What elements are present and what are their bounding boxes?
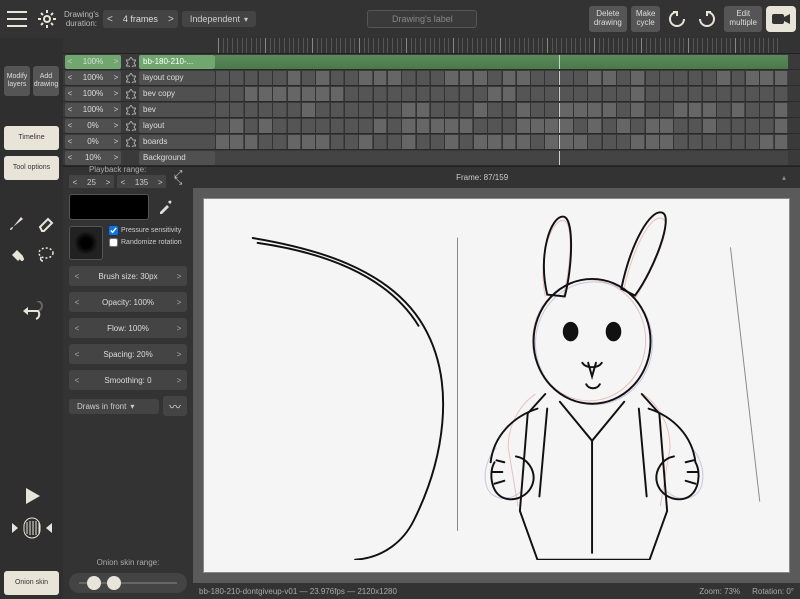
layer-visibility-icon[interactable]: [123, 119, 139, 133]
delete-drawing-button[interactable]: Delete drawing: [589, 6, 627, 32]
smoothing-stepper[interactable]: <Smoothing: 0>: [69, 370, 187, 390]
frame-counter: Frame: 87/159: [190, 173, 774, 182]
status-file: bb-180-210-dontgiveup-v01 — 23.976fps — …: [199, 587, 397, 596]
undo-icon[interactable]: [12, 298, 52, 324]
layer-row: <0%> boards: [63, 134, 800, 150]
camera-icon[interactable]: [766, 6, 796, 32]
layer-opacity-stepper[interactable]: <100%>: [65, 71, 121, 85]
layer-visibility-icon[interactable]: [123, 135, 139, 149]
timeline-ruler[interactable]: [63, 38, 800, 54]
layer-visibility-icon[interactable]: [123, 87, 139, 101]
layer-track[interactable]: [215, 103, 788, 117]
lasso-icon[interactable]: [33, 242, 59, 268]
layer-track[interactable]: [215, 135, 788, 149]
layer-row: <100%> bev: [63, 102, 800, 118]
brush-icon[interactable]: [4, 210, 30, 236]
opacity-stepper[interactable]: <Opacity: 100%>: [69, 292, 187, 312]
layer-name[interactable]: boards: [139, 135, 215, 149]
eyedropper-icon[interactable]: [153, 195, 177, 219]
layer-name[interactable]: bb-180-210-...: [139, 55, 215, 69]
layer-name[interactable]: layout copy: [139, 71, 215, 85]
timeline-scroll-up[interactable]: ▴: [782, 173, 794, 182]
flow-stepper[interactable]: <Flow: 100%>: [69, 318, 187, 338]
playback-label: Playback range:: [89, 165, 146, 174]
drawing-label-input[interactable]: Drawing's label: [367, 10, 477, 28]
duration-stepper[interactable]: < 4 frames >: [103, 10, 178, 28]
draws-mode-dropdown[interactable]: Draws in front: [69, 399, 159, 414]
layer-name[interactable]: bev copy: [139, 87, 215, 101]
spacing-stepper[interactable]: <Spacing: 20%>: [69, 344, 187, 364]
layer-opacity-stepper[interactable]: <10%>: [65, 151, 121, 165]
add-drawing-button[interactable]: Add drawing: [33, 66, 59, 96]
layer-visibility-icon[interactable]: [123, 71, 139, 85]
layer-track[interactable]: [215, 151, 788, 165]
layer-visibility-icon[interactable]: [123, 55, 139, 69]
layer-row: <10%> Background: [63, 150, 800, 166]
duration-group: Drawing's duration:: [64, 10, 99, 28]
stroke-style-button[interactable]: 〰: [163, 396, 187, 416]
edit-multiple-button[interactable]: Edit multiple: [724, 6, 762, 32]
layer-row: <100%> bb-180-210-...: [63, 54, 800, 70]
layer-name[interactable]: bev: [139, 103, 215, 117]
randomize-checkbox[interactable]: Randomize rotation: [109, 238, 182, 247]
eraser-icon[interactable]: [33, 210, 59, 236]
brush-size-stepper[interactable]: <Brush size: 30px>: [69, 266, 187, 286]
duration-prev[interactable]: <: [103, 14, 117, 25]
layer-track[interactable]: [215, 71, 788, 85]
scrub-icon[interactable]: [7, 515, 57, 541]
canvas[interactable]: [203, 198, 790, 573]
layer-row: <0%> layout: [63, 118, 800, 134]
layer-track[interactable]: [215, 87, 788, 101]
layer-opacity-stepper[interactable]: <100%>: [65, 55, 121, 69]
layer-opacity-stepper[interactable]: <0%>: [65, 119, 121, 133]
gear-icon[interactable]: [34, 6, 60, 32]
tool-options-tab[interactable]: Tool options: [4, 156, 59, 180]
duration-value: 4 frames: [117, 14, 164, 24]
onion-skin-tab[interactable]: Onion skin: [4, 571, 59, 595]
menu-icon[interactable]: [4, 6, 30, 32]
status-rotation: Rotation: 0°: [752, 587, 794, 596]
layer-name[interactable]: layout: [139, 119, 215, 133]
onion-knob-start[interactable]: [87, 576, 101, 590]
onion-range-slider[interactable]: [69, 573, 187, 593]
pressure-checkbox[interactable]: Pressure sensitivity: [109, 226, 182, 235]
modify-layers-button[interactable]: Modify layers: [4, 66, 30, 96]
layer-row: <100%> bev copy: [63, 86, 800, 102]
layer-track[interactable]: [215, 119, 788, 133]
mode-dropdown[interactable]: Independent: [182, 11, 256, 27]
expand-icon[interactable]: ⤢⤡: [174, 171, 182, 185]
play-icon[interactable]: [12, 483, 52, 509]
flip-prev-icon[interactable]: [664, 6, 690, 32]
duration-next[interactable]: >: [164, 14, 178, 25]
layer-row: <100%> layout copy: [63, 70, 800, 86]
layer-track[interactable]: [215, 55, 788, 69]
layer-opacity-stepper[interactable]: <100%>: [65, 87, 121, 101]
layer-opacity-stepper[interactable]: <0%>: [65, 135, 121, 149]
make-cycle-button[interactable]: Make cycle: [631, 6, 661, 32]
onion-knob-end[interactable]: [107, 576, 121, 590]
color-swatch[interactable]: [69, 194, 149, 220]
onion-range-label: Onion skin range:: [69, 558, 187, 567]
layer-visibility-icon[interactable]: [123, 151, 139, 165]
layer-name[interactable]: Background: [139, 151, 215, 165]
brush-preview[interactable]: [69, 226, 103, 260]
timeline-tab[interactable]: Timeline: [4, 126, 59, 150]
layer-visibility-icon[interactable]: [123, 103, 139, 117]
flip-next-icon[interactable]: [694, 6, 720, 32]
layer-opacity-stepper[interactable]: <100%>: [65, 103, 121, 117]
fill-icon[interactable]: [4, 242, 30, 268]
status-zoom: Zoom: 73%: [699, 587, 740, 596]
